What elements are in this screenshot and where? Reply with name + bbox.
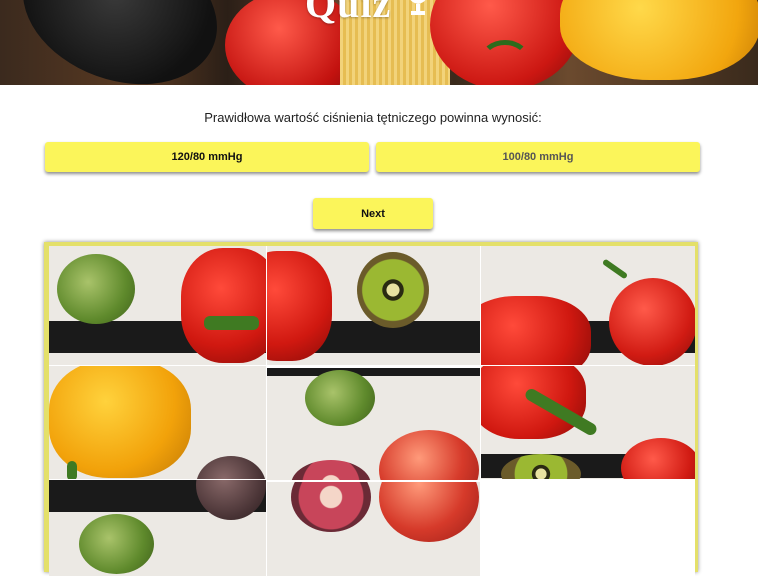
stem-image (480, 40, 530, 80)
question-text: Prawidłowa wartość ciśnienia tętniczego … (204, 110, 542, 125)
puzzle-tile[interactable] (267, 246, 480, 365)
answer-option-1[interactable]: 120/80 mmHg (45, 142, 369, 172)
puzzle-tile[interactable] (49, 366, 266, 479)
next-button[interactable]: Next (313, 198, 433, 229)
page-title: Quiz (305, 0, 392, 26)
puzzle-board (44, 242, 698, 576)
puzzle-empty-slot (481, 480, 695, 576)
puzzle-tile[interactable] (481, 246, 695, 365)
puzzle-tile[interactable] (267, 482, 480, 576)
puzzle-grid (49, 246, 695, 576)
puzzle-tile[interactable] (481, 366, 695, 479)
puzzle-tile[interactable] (49, 480, 266, 576)
hero-banner: Quiz (0, 0, 758, 85)
puzzle-tile[interactable] (267, 368, 480, 480)
trophy-icon (410, 0, 426, 15)
answer-option-2[interactable]: 100/80 mmHg (376, 142, 700, 172)
yellow-pepper-image (560, 0, 758, 80)
eggplant-image (2, 0, 238, 85)
puzzle-tile[interactable] (49, 246, 266, 365)
